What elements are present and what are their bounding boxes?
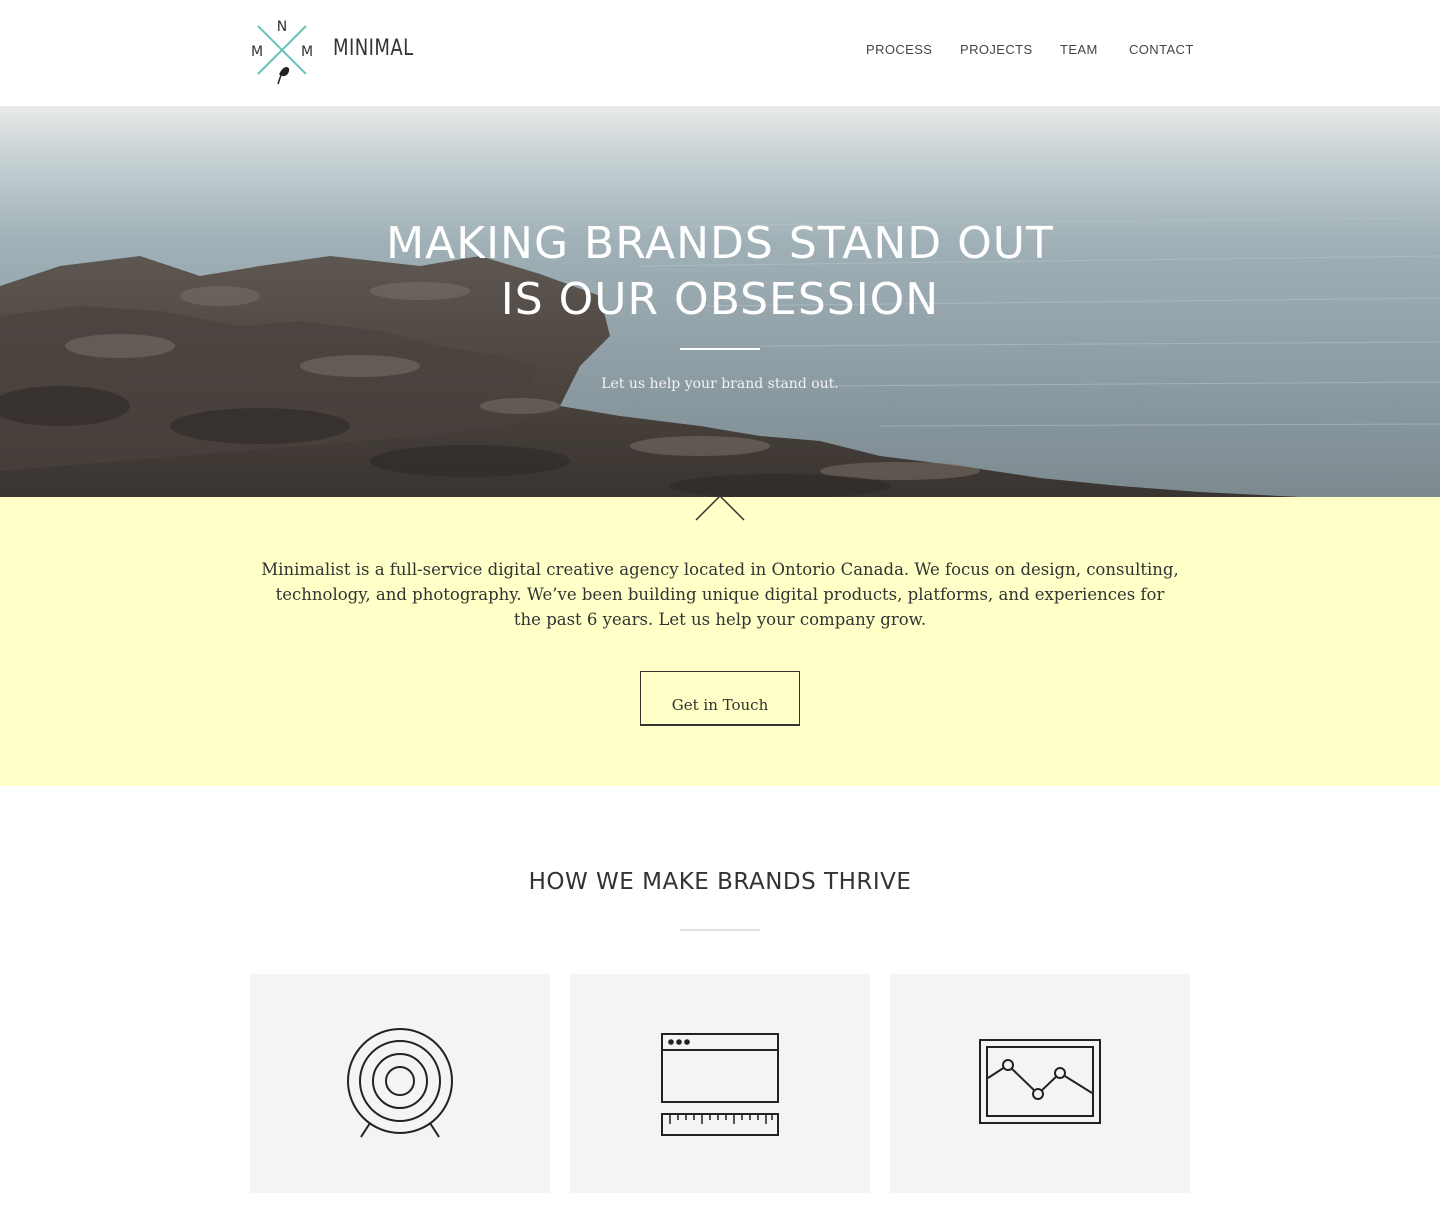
service-card-2[interactable] — [570, 974, 870, 1193]
line-chart-frame-icon — [979, 1039, 1101, 1124]
section-divider — [680, 929, 760, 931]
hero-title: MAKING BRANDS STAND OUT IS OUR OBSESSION — [0, 216, 1440, 328]
nav-team[interactable]: TEAM — [1060, 42, 1098, 57]
target-icon — [347, 1028, 453, 1138]
nav-projects[interactable]: PROJECTS — [960, 42, 1033, 57]
chevron-up-icon[interactable] — [694, 470, 746, 524]
nav-contact[interactable]: CONTACT — [1129, 42, 1194, 57]
feather-icon — [277, 67, 290, 85]
logo[interactable]: N M M — [250, 16, 314, 88]
hero-title-line2: IS OUR OBSESSION — [500, 274, 940, 325]
logo-letter-m-left: M — [251, 44, 263, 60]
site-header: N M M MINIMAL PROCESS PROJECTS TEAM CONT… — [0, 0, 1440, 106]
hero-subtitle: Let us help your brand stand out. — [601, 376, 839, 392]
hero-section: MAKING BRANDS STAND OUT IS OUR OBSESSION… — [0, 106, 1440, 497]
logo-letter-n: N — [277, 19, 287, 35]
service-card-1[interactable] — [250, 974, 550, 1193]
nav-process[interactable]: PROCESS — [866, 42, 932, 57]
section-title: HOW WE MAKE BRANDS THRIVE — [528, 869, 912, 895]
compass-logo-icon: N M M — [251, 19, 313, 85]
browser-ruler-icon — [661, 1033, 779, 1136]
hero-title-line1: MAKING BRANDS STAND OUT — [386, 218, 1054, 269]
hero-divider — [680, 348, 760, 350]
logo-letter-m-right: M — [301, 44, 313, 60]
brand-name: MINIMAL — [333, 36, 414, 61]
service-card-3[interactable] — [890, 974, 1190, 1193]
intro-text: Minimalist is a full-service digital cre… — [261, 560, 1179, 629]
intro-section: Minimalist is a full-service digital cre… — [0, 497, 1440, 786]
get-in-touch-button[interactable]: Get in Touch — [640, 671, 800, 726]
